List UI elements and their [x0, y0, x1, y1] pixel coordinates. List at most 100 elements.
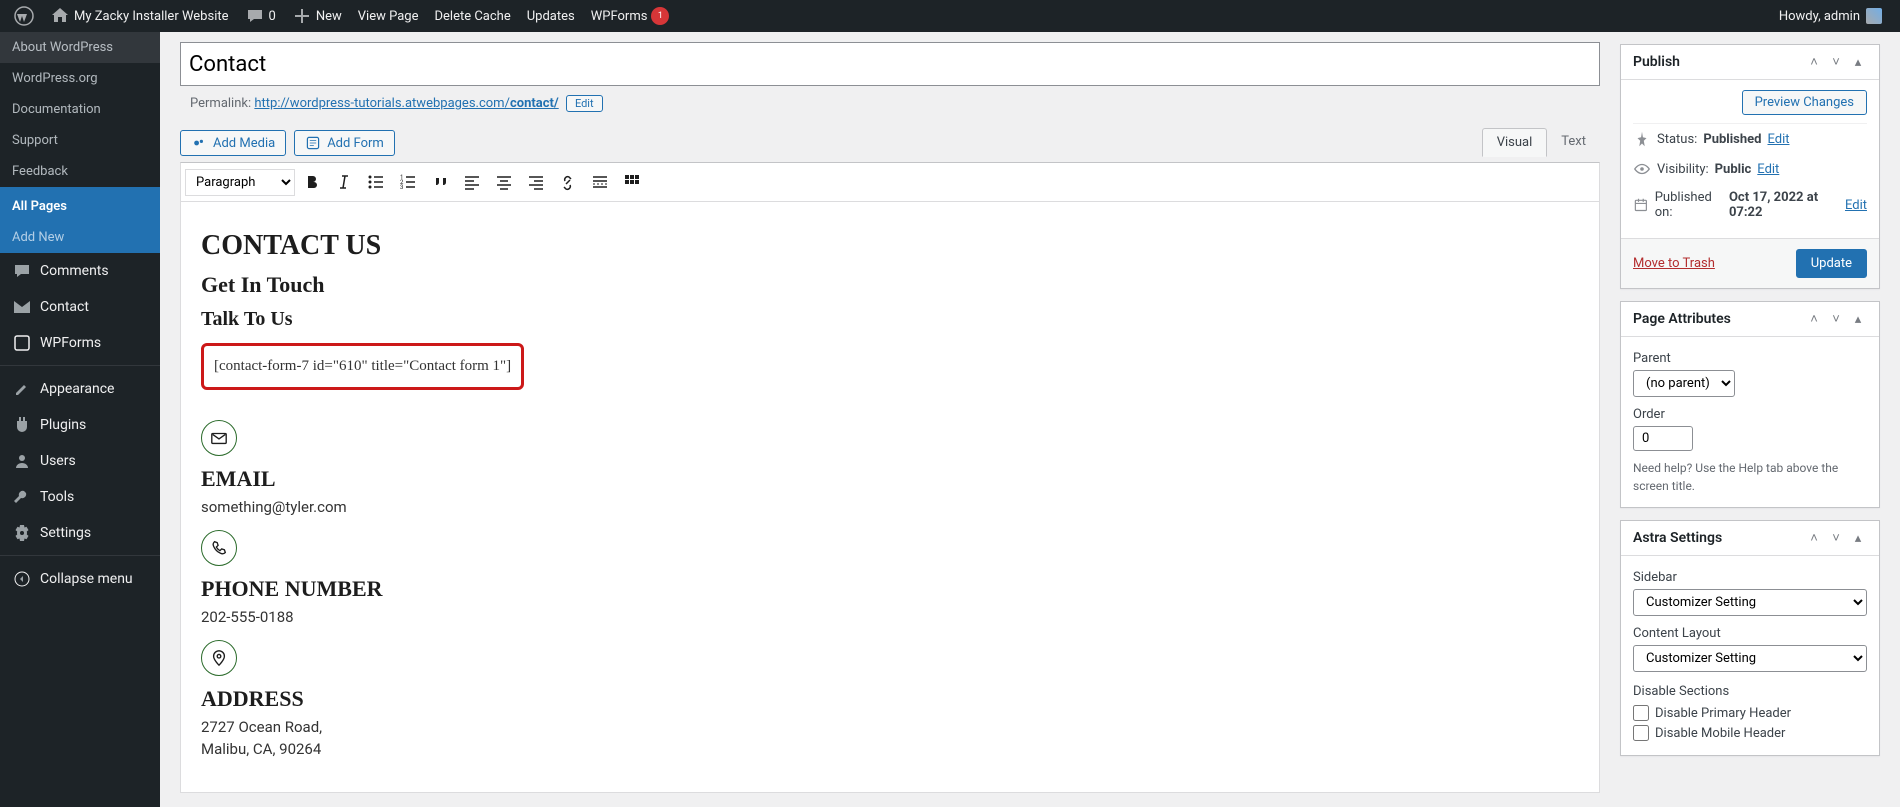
disable-sections-label: Disable Sections [1633, 684, 1867, 699]
calendar-icon [1633, 196, 1649, 214]
panel-toggle-icon[interactable]: ▴ [1849, 53, 1867, 71]
astra-content-layout-label: Content Layout [1633, 626, 1867, 641]
sidebar-plugins[interactable]: Plugins [0, 407, 160, 443]
adminbar-updates[interactable]: Updates [519, 0, 583, 32]
page-title-input[interactable] [180, 42, 1600, 86]
adminbar-wpforms[interactable]: WPForms 1 [583, 0, 678, 32]
link-button[interactable] [553, 167, 583, 197]
sidebar-users[interactable]: Users [0, 443, 160, 479]
add-media-button[interactable]: Add Media [180, 130, 286, 156]
sidebar-comments[interactable]: Comments [0, 253, 160, 289]
sidebar-wporg[interactable]: WordPress.org [0, 63, 160, 94]
adminbar-new[interactable]: New [284, 0, 350, 32]
panel-down-icon[interactable]: ˅ [1827, 310, 1845, 328]
settings-icon [12, 523, 32, 543]
sidebar-appearance[interactable]: Appearance [0, 371, 160, 407]
sidebar-all-pages[interactable]: All Pages [0, 191, 160, 222]
astra-sidebar-label: Sidebar [1633, 570, 1867, 585]
sidebar-settings[interactable]: Settings [0, 515, 160, 551]
align-right-button[interactable] [521, 167, 551, 197]
readmore-button[interactable] [585, 167, 615, 197]
sidebar-support[interactable]: Support [0, 125, 160, 156]
sidebar-tools[interactable]: Tools [0, 479, 160, 515]
site-name[interactable]: My Zacky Installer Website [42, 0, 237, 32]
quote-button[interactable] [425, 167, 455, 197]
permalink-url[interactable]: http://wordpress-tutorials.atwebpages.co… [254, 96, 558, 111]
astra-content-layout-select[interactable]: Customizer Setting [1633, 645, 1867, 672]
bold-button[interactable] [297, 167, 327, 197]
italic-button[interactable] [329, 167, 359, 197]
adminbar-delete-cache[interactable]: Delete Cache [426, 0, 518, 32]
heading-contact-us: CONTACT US [201, 230, 1579, 262]
disable-mobile-header-checkbox[interactable] [1633, 725, 1649, 741]
address-icon [201, 640, 237, 676]
disable-primary-header-checkbox[interactable] [1633, 705, 1649, 721]
wp-logo[interactable] [6, 0, 42, 32]
email-icon [201, 420, 237, 456]
add-form-button[interactable]: Add Form [294, 130, 395, 156]
tab-text[interactable]: Text [1547, 128, 1600, 157]
shortcode-highlight: [contact-form-7 id="610" title="Contact … [201, 343, 524, 390]
avatar [1866, 8, 1882, 24]
status-edit-link[interactable]: Edit [1767, 132, 1789, 147]
align-left-button[interactable] [457, 167, 487, 197]
published-on-edit-link[interactable]: Edit [1845, 198, 1867, 213]
astra-sidebar-select[interactable]: Customizer Setting [1633, 589, 1867, 616]
sidebar-contact[interactable]: Contact [0, 289, 160, 325]
panel-up-icon[interactable]: ˄ [1805, 310, 1823, 328]
order-label: Order [1633, 407, 1867, 422]
phone-icon [201, 530, 237, 566]
adminbar-account[interactable]: Howdy, admin [1771, 0, 1890, 32]
adminbar-comments[interactable]: 0 [237, 0, 284, 32]
email-value: something@tyler.com [201, 498, 1579, 516]
move-to-trash-link[interactable]: Move to Trash [1633, 256, 1715, 271]
panel-down-icon[interactable]: ˅ [1827, 529, 1845, 547]
new-label: New [316, 9, 342, 24]
numbered-list-button[interactable]: 123 [393, 167, 423, 197]
sidebar-add-new[interactable]: Add New [0, 222, 160, 253]
visibility-value: Public [1715, 162, 1752, 177]
tab-visual[interactable]: Visual [1482, 128, 1548, 157]
users-icon [12, 451, 32, 471]
panel-up-icon[interactable]: ˄ [1805, 53, 1823, 71]
sidebar-wpforms[interactable]: WPForms [0, 325, 160, 361]
collapse-icon [12, 569, 32, 589]
pin-icon [1633, 130, 1651, 148]
format-select[interactable]: Paragraph [185, 169, 295, 196]
heading-get-in-touch: Get In Touch [201, 272, 1579, 298]
howdy-label: Howdy, admin [1779, 9, 1860, 24]
address-line2: Malibu, CA, 90264 [201, 740, 1579, 758]
panel-down-icon[interactable]: ˅ [1827, 53, 1845, 71]
order-input[interactable] [1633, 426, 1693, 451]
update-button[interactable]: Update [1796, 249, 1867, 278]
parent-label: Parent [1633, 351, 1867, 366]
panel-toggle-icon[interactable]: ▴ [1849, 310, 1867, 328]
parent-select[interactable]: (no parent) [1633, 370, 1735, 397]
permalink-edit-button[interactable]: Edit [566, 95, 603, 112]
plus-icon [292, 6, 312, 26]
wpforms-badge: 1 [651, 7, 669, 25]
site-name-label: My Zacky Installer Website [74, 9, 229, 24]
published-on-label: Published on: [1655, 190, 1723, 220]
preview-changes-button[interactable]: Preview Changes [1742, 90, 1867, 115]
sidebar-collapse[interactable]: Collapse menu [0, 561, 160, 597]
tools-icon [12, 487, 32, 507]
adminbar-view-page[interactable]: View Page [350, 0, 427, 32]
editor-content[interactable]: CONTACT US Get In Touch Talk To Us [cont… [181, 202, 1599, 792]
bullet-list-button[interactable] [361, 167, 391, 197]
sidebar-documentation[interactable]: Documentation [0, 94, 160, 125]
comment-icon [245, 6, 265, 26]
address-line1: 2727 Ocean Road, [201, 718, 1579, 736]
published-on-value: Oct 17, 2022 at 07:22 [1729, 190, 1839, 220]
visibility-label: Visibility: [1657, 162, 1709, 177]
panel-up-icon[interactable]: ˄ [1805, 529, 1823, 547]
sidebar-about-wordpress[interactable]: About WordPress [0, 32, 160, 63]
visibility-edit-link[interactable]: Edit [1757, 162, 1779, 177]
panel-toggle-icon[interactable]: ▴ [1849, 529, 1867, 547]
brush-icon [12, 379, 32, 399]
mail-icon [12, 297, 32, 317]
align-center-button[interactable] [489, 167, 519, 197]
toolbar-toggle-button[interactable] [617, 167, 647, 197]
page-attributes-help: Need help? Use the Help tab above the sc… [1633, 459, 1867, 495]
sidebar-feedback[interactable]: Feedback [0, 156, 160, 187]
